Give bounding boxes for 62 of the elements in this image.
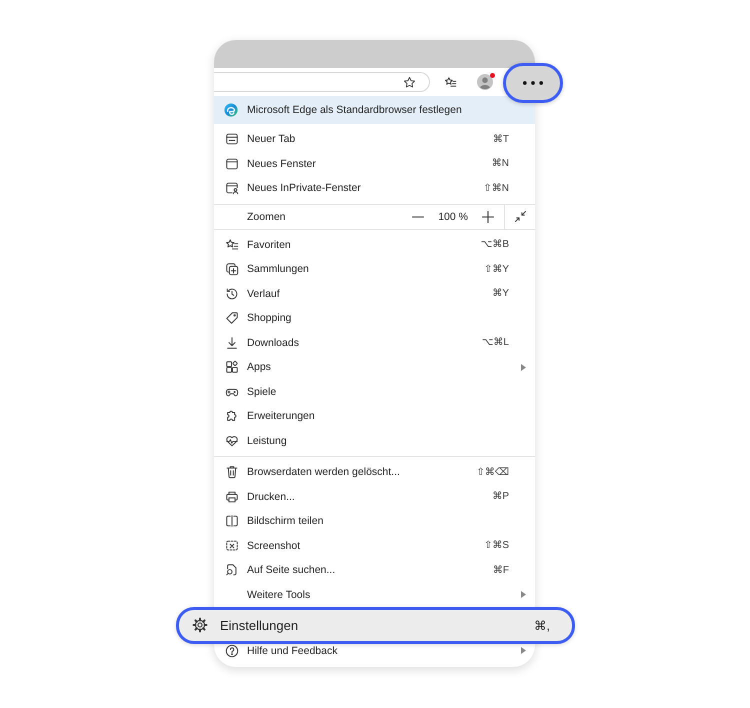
diagonal-arrows-icon <box>514 211 526 222</box>
menu-item[interactable]: Screenshot ⇧⌘S <box>214 534 535 558</box>
shortcut-text: ⇧⌘S <box>484 540 509 552</box>
avatar-icon[interactable] <box>477 74 493 90</box>
zoom-label: Zoomen <box>247 210 287 222</box>
shortcut-text: ⌘Y <box>492 288 509 300</box>
trash-icon <box>225 465 239 480</box>
help-icon <box>225 644 239 658</box>
plus-icon <box>482 210 494 222</box>
collections-icon <box>225 262 239 276</box>
zoom-in-button[interactable] <box>482 210 494 222</box>
apps-icon <box>225 360 239 374</box>
menu-item[interactable]: Leistung <box>214 428 535 453</box>
shortcut-text: ⌥⌘L <box>482 337 509 348</box>
page-search-icon <box>225 563 239 578</box>
menu-item[interactable]: Sammlungen ⇧⌘Y <box>214 257 535 282</box>
menu-item[interactable]: Verlauf ⌘Y <box>214 282 535 306</box>
shortcut-text: ⌘T <box>492 134 509 145</box>
tag-icon <box>225 311 239 326</box>
menu-item[interactable]: Auf Seite suchen... ⌘F <box>214 558 535 582</box>
tab-icon <box>225 132 239 146</box>
dashed-frame-icon <box>225 538 239 553</box>
puzzle-icon <box>225 409 239 424</box>
menu-item[interactable]: Favoriten ⌥⌘B <box>214 232 535 257</box>
star-list-icon[interactable] <box>444 76 457 88</box>
menu-item[interactable]: Neues InPrivate-Fenster ⇧⌘N <box>214 176 535 200</box>
menu-item[interactable]: Browserdaten werden gelöscht... ⇧⌘⌫ <box>214 460 535 484</box>
menu-item[interactable]: Spiele <box>214 380 535 404</box>
star-list-icon <box>225 238 239 252</box>
menu-item[interactable]: Apps <box>214 355 535 380</box>
address-field[interactable] <box>214 72 430 92</box>
heartbeat-icon <box>225 434 239 448</box>
menu-item[interactable]: Erweiterungen <box>214 404 535 428</box>
menu-item[interactable]: Neues Fenster ⌘N <box>214 152 535 176</box>
menu-item[interactable]: Weitere Tools <box>214 582 535 607</box>
printer-icon <box>225 490 239 504</box>
more-button[interactable] <box>503 63 563 103</box>
private-window-icon <box>225 181 239 196</box>
default-browser-banner[interactable]: Microsoft Edge als Standardbrowser festlegen <box>214 96 535 124</box>
star-icon[interactable] <box>403 76 416 88</box>
menu-item[interactable]: Einstellungen ⌘, <box>176 607 575 644</box>
shortcut-text: ⌥⌘B <box>480 239 509 250</box>
shortcut-text: ⇧⌘N <box>483 182 509 194</box>
menu-item[interactable]: Drucken... ⌘P <box>214 484 535 509</box>
shortcut-text: ⇧⌘Y <box>484 264 509 275</box>
shortcut-text: ⌘N <box>492 158 509 170</box>
zoom-level-text: 100 % <box>438 210 468 222</box>
more-icon <box>523 81 543 85</box>
history-icon <box>225 286 239 301</box>
shortcut-text: ⌘F <box>492 564 509 576</box>
download-icon <box>225 336 239 350</box>
menu-item[interactable]: Shopping <box>214 306 535 330</box>
menu-item[interactable]: Neuer Tab ⌘T <box>214 127 535 152</box>
menu-item[interactable]: Downloads ⌥⌘L <box>214 330 535 355</box>
menu-item[interactable]: Bildschirm teilen <box>214 509 535 534</box>
gear-icon <box>192 617 208 634</box>
split-screen-icon <box>225 514 239 528</box>
browser-logo-icon <box>224 103 238 117</box>
shortcut-text: ⌘P <box>492 491 509 502</box>
window-icon <box>225 156 239 171</box>
shortcut-text: ⇧⌘⌫ <box>476 466 509 478</box>
shortcut-text: ⌘, <box>534 618 550 633</box>
